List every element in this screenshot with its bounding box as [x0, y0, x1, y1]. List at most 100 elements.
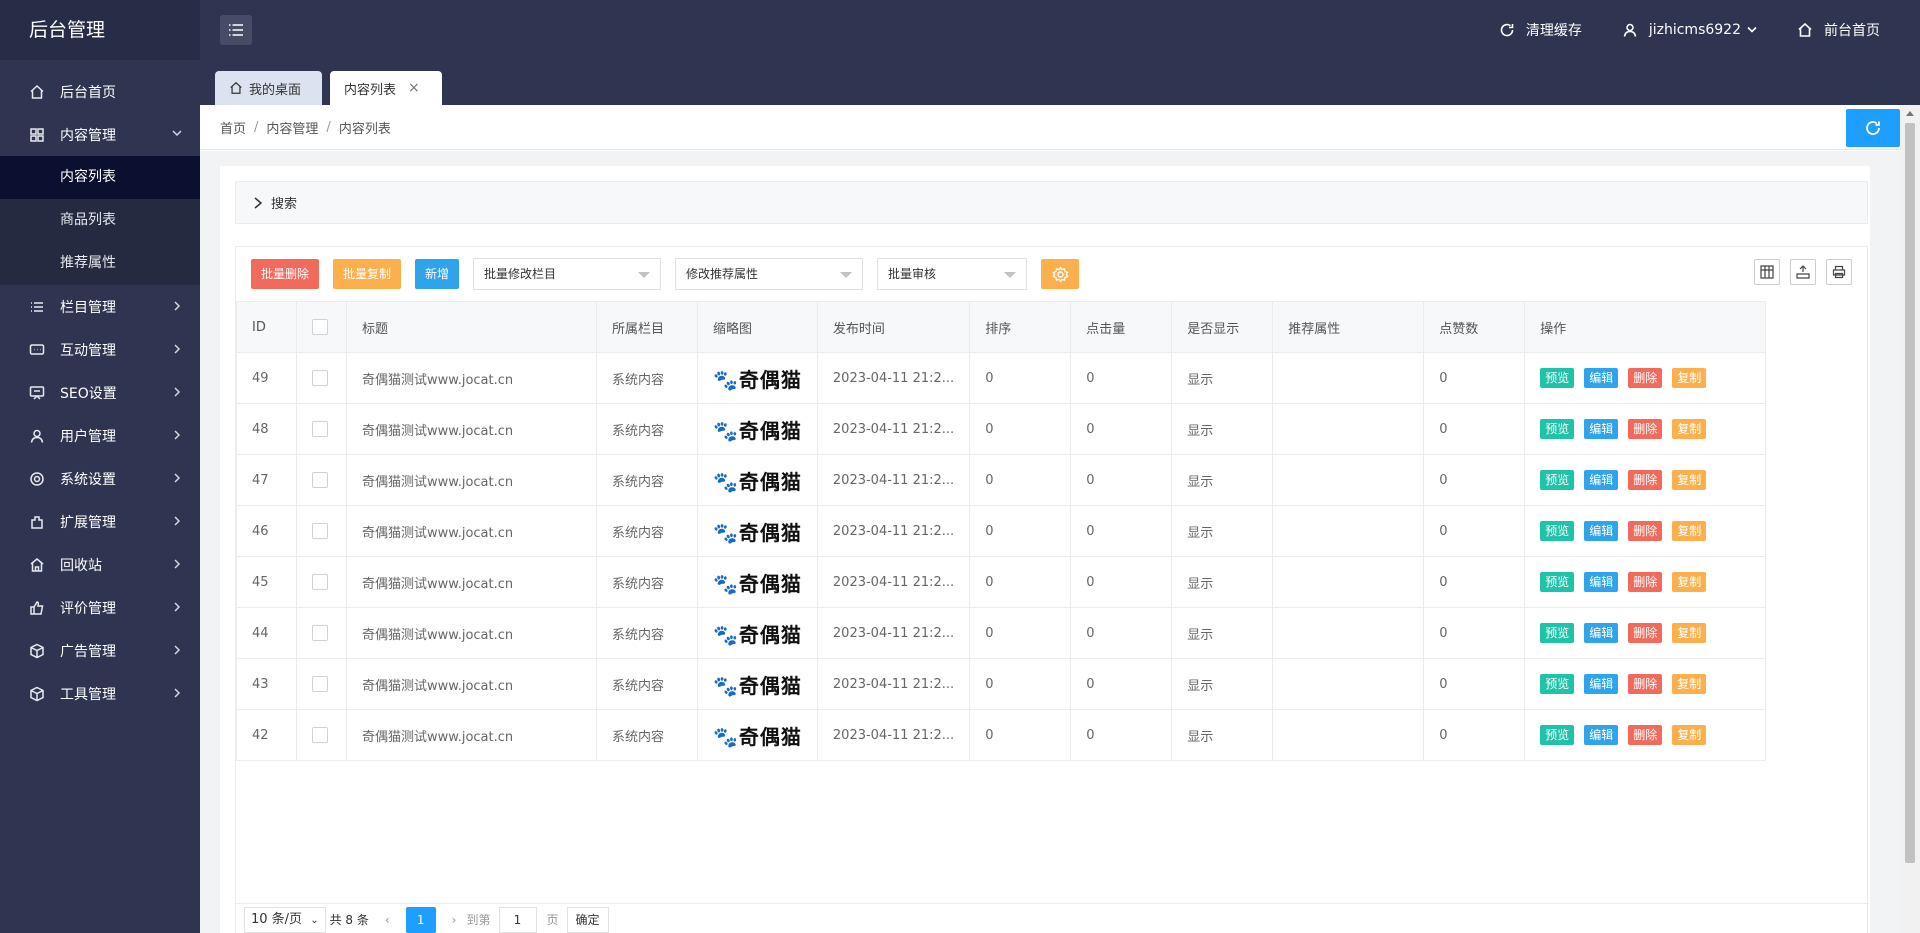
copy-button[interactable]: 复制	[1672, 674, 1707, 694]
batch-review-select[interactable]: 批量审核	[877, 258, 1028, 290]
edit-button[interactable]: 编辑	[1584, 623, 1619, 643]
goto-page-input[interactable]: 1	[498, 907, 537, 933]
sidebar-item-ads[interactable]: 广告管理	[0, 629, 200, 672]
column-header-recommend[interactable]: 推荐属性	[1272, 301, 1425, 353]
delete-button[interactable]: 删除	[1628, 470, 1663, 490]
edit-button[interactable]: 编辑	[1584, 419, 1619, 439]
sidebar-item-columns[interactable]: 栏目管理	[0, 285, 200, 328]
column-header-likes[interactable]: 点赞数	[1423, 301, 1526, 353]
preview-button[interactable]: 预览	[1540, 572, 1575, 592]
sidebar-item-content-list[interactable]: 内容列表	[0, 156, 200, 199]
page-scrollbar[interactable]	[1900, 105, 1920, 933]
copy-button[interactable]: 复制	[1672, 419, 1707, 439]
table-row[interactable]: 44 奇偶猫测试www.jocat.cn 系统内容 🐾奇偶猫 2023-04-11 21…	[236, 607, 1767, 659]
goto-confirm-button[interactable]: 确定	[566, 907, 609, 933]
page-button-current[interactable]: 1	[405, 907, 436, 933]
sidebar-item-settings[interactable]: 系统设置	[0, 457, 200, 500]
scrollbar-thumb[interactable]	[1905, 123, 1915, 863]
edit-button[interactable]: 编辑	[1584, 725, 1619, 745]
sidebar-item-seo[interactable]: SEO设置	[0, 371, 200, 414]
search-panel-toggle[interactable]: 搜索	[235, 181, 1868, 224]
copy-button[interactable]: 复制	[1672, 572, 1707, 592]
table-row[interactable]: 47 奇偶猫测试www.jocat.cn 系统内容 🐾奇偶猫 2023-04-11 21…	[236, 454, 1767, 506]
breadcrumb-item-content[interactable]: 内容管理	[266, 118, 318, 137]
copy-button[interactable]: 复制	[1672, 725, 1707, 745]
preview-button[interactable]: 预览	[1540, 470, 1575, 490]
delete-button[interactable]: 删除	[1628, 572, 1663, 592]
preview-button[interactable]: 预览	[1540, 368, 1575, 388]
column-filter-button[interactable]	[1754, 259, 1780, 285]
edit-button[interactable]: 编辑	[1584, 572, 1619, 592]
table-row[interactable]: 48 奇偶猫测试www.jocat.cn 系统内容 🐾奇偶猫 2023-04-11 21…	[236, 403, 1767, 455]
delete-button[interactable]: 删除	[1628, 725, 1663, 745]
table-row[interactable]: 43 奇偶猫测试www.jocat.cn 系统内容 🐾奇偶猫 2023-04-11 21…	[236, 658, 1767, 710]
sidebar-item-recycle[interactable]: 回收站	[0, 543, 200, 586]
row-checkbox[interactable]	[312, 676, 328, 692]
column-header-time[interactable]: 发布时间	[816, 301, 971, 353]
edit-button[interactable]: 编辑	[1584, 521, 1619, 541]
row-checkbox[interactable]	[312, 370, 328, 386]
sidebar-item-product-list[interactable]: 商品列表	[0, 199, 200, 242]
table-row[interactable]: 49 奇偶猫测试www.jocat.cn 系统内容 🐾奇偶猫 2023-04-11 21…	[236, 352, 1767, 404]
column-header-category[interactable]: 所属栏目	[596, 301, 698, 353]
sidebar-item-dashboard[interactable]: 后台首页	[0, 70, 200, 113]
breadcrumb-item-home[interactable]: 首页	[220, 118, 246, 137]
preview-button[interactable]: 预览	[1540, 521, 1575, 541]
preview-button[interactable]: 预览	[1540, 419, 1575, 439]
batch-copy-button[interactable]: 批量复制	[333, 259, 402, 289]
table-row[interactable]: 46 奇偶猫测试www.jocat.cn 系统内容 🐾奇偶猫 2023-04-11 21…	[236, 505, 1767, 557]
table-row[interactable]: 42 奇偶猫测试www.jocat.cn 系统内容 🐾奇偶猫 2023-04-11 21…	[236, 709, 1767, 761]
recommend-attr-select[interactable]: 修改推荐属性	[675, 258, 864, 290]
table-row[interactable]: 45 奇偶猫测试www.jocat.cn 系统内容 🐾奇偶猫 2023-04-11 21…	[236, 556, 1767, 608]
select-all-checkbox[interactable]	[312, 319, 328, 335]
preview-button[interactable]: 预览	[1540, 725, 1575, 745]
delete-button[interactable]: 删除	[1628, 419, 1663, 439]
export-button[interactable]	[1790, 259, 1816, 285]
column-header-thumbnail[interactable]: 缩略图	[697, 301, 818, 353]
sidebar-item-reviews[interactable]: 评价管理	[0, 586, 200, 629]
copy-button[interactable]: 复制	[1672, 368, 1707, 388]
row-checkbox[interactable]	[312, 472, 328, 488]
copy-button[interactable]: 复制	[1672, 623, 1707, 643]
refresh-button[interactable]	[1846, 109, 1900, 147]
sidebar-item-interaction[interactable]: 互动管理	[0, 328, 200, 371]
tab-desktop[interactable]: 我的桌面	[215, 71, 322, 105]
sidebar-item-content[interactable]: 内容管理	[0, 113, 200, 156]
column-header-show[interactable]: 是否显示	[1171, 301, 1274, 353]
delete-button[interactable]: 删除	[1628, 674, 1663, 694]
close-icon[interactable]: ×	[408, 80, 420, 96]
front-home-link[interactable]: 前台首页	[1797, 20, 1880, 40]
user-menu[interactable]: jizhicms6922	[1622, 22, 1757, 38]
edit-button[interactable]: 编辑	[1584, 470, 1619, 490]
scroll-up-icon[interactable]	[1906, 111, 1914, 116]
tab-content-list[interactable]: 内容列表 ×	[330, 71, 442, 105]
menu-toggle-button[interactable]	[220, 15, 252, 45]
print-button[interactable]	[1826, 259, 1852, 285]
delete-button[interactable]: 删除	[1628, 521, 1663, 541]
column-header-sort[interactable]: 排序	[969, 301, 1072, 353]
clear-cache-button[interactable]: 清理缓存	[1499, 20, 1582, 40]
prev-page-icon[interactable]: ‹	[385, 907, 390, 933]
edit-button[interactable]: 编辑	[1584, 368, 1619, 388]
delete-button[interactable]: 删除	[1628, 368, 1663, 388]
column-header-title[interactable]: 标题	[346, 301, 597, 353]
preview-button[interactable]: 预览	[1540, 623, 1575, 643]
copy-button[interactable]: 复制	[1672, 470, 1707, 490]
settings-button[interactable]	[1041, 259, 1080, 289]
batch-delete-button[interactable]: 批量删除	[251, 259, 320, 289]
row-checkbox[interactable]	[312, 574, 328, 590]
row-checkbox[interactable]	[312, 523, 328, 539]
column-header-clicks[interactable]: 点击量	[1070, 301, 1173, 353]
sidebar-item-users[interactable]: 用户管理	[0, 414, 200, 457]
batch-column-select[interactable]: 批量修改栏目	[473, 258, 662, 290]
row-checkbox[interactable]	[312, 625, 328, 641]
row-checkbox[interactable]	[312, 421, 328, 437]
copy-button[interactable]: 复制	[1672, 521, 1707, 541]
edit-button[interactable]: 编辑	[1584, 674, 1619, 694]
next-page-icon[interactable]: ›	[452, 907, 457, 933]
add-button[interactable]: 新增	[415, 259, 460, 289]
sidebar-item-extensions[interactable]: 扩展管理	[0, 500, 200, 543]
sidebar-item-recommend-attr[interactable]: 推荐属性	[0, 242, 200, 285]
preview-button[interactable]: 预览	[1540, 674, 1575, 694]
column-header-id[interactable]: ID	[236, 301, 297, 353]
